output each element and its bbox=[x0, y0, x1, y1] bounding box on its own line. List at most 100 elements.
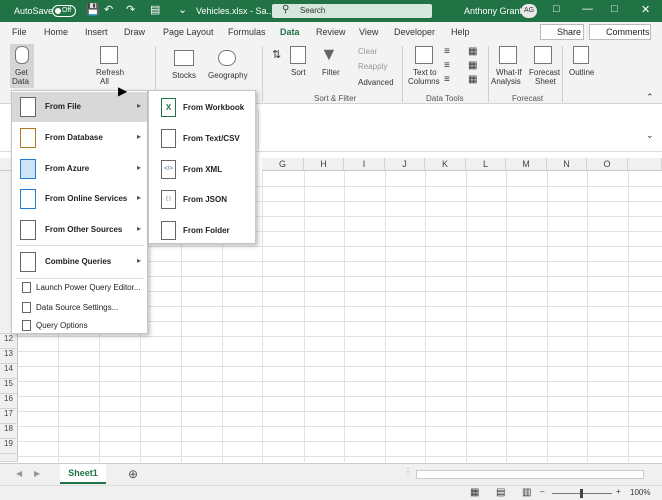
zoom-out-icon[interactable]: – bbox=[540, 487, 544, 496]
save-icon[interactable]: 💾 bbox=[86, 3, 100, 16]
menu-item-from-workbook[interactable]: X From Workbook bbox=[149, 92, 255, 123]
column-header[interactable]: L bbox=[466, 158, 506, 171]
azure-icon bbox=[20, 159, 36, 179]
power-query-icon bbox=[22, 282, 31, 293]
relationships-icon[interactable]: ▦ bbox=[468, 60, 477, 71]
flash-fill-icon[interactable]: ≡ bbox=[444, 46, 450, 57]
collapse-ribbon-icon[interactable]: ⌃ bbox=[646, 92, 654, 103]
quick-access-icon[interactable]: ▤ bbox=[150, 3, 160, 16]
ribbon-display-icon[interactable]: □ bbox=[553, 3, 560, 15]
add-sheet-icon[interactable]: ⊕ bbox=[128, 467, 138, 481]
close-icon[interactable]: ✕ bbox=[641, 3, 650, 16]
stocks-label[interactable]: Stocks bbox=[172, 71, 196, 80]
menu-item-from-other-sources[interactable]: From Other Sources ▸ bbox=[12, 215, 147, 245]
sheet-tab[interactable]: Sheet1 bbox=[60, 464, 106, 484]
menu-item-from-database[interactable]: From Database ▸ bbox=[12, 123, 147, 153]
outline-label[interactable]: Outline bbox=[569, 68, 594, 77]
data-model-icon[interactable]: ▦ bbox=[468, 74, 477, 85]
forecast-sheet-label-2[interactable]: Sheet bbox=[535, 77, 556, 86]
menu-item-from-text-csv[interactable]: From Text/CSV bbox=[149, 123, 255, 154]
menu-item-launch-power-query[interactable]: Launch Power Query Editor... bbox=[12, 278, 147, 297]
tab-page-layout[interactable]: Page Layout bbox=[163, 27, 214, 37]
column-header[interactable]: G bbox=[262, 158, 304, 171]
sort-label[interactable]: Sort bbox=[291, 68, 306, 77]
search-box[interactable]: ⚲ Search bbox=[272, 4, 432, 18]
customize-qat-icon[interactable]: ⌄ bbox=[178, 3, 187, 16]
menu-item-from-folder[interactable]: From Folder bbox=[149, 215, 255, 246]
text-file-icon bbox=[161, 129, 176, 148]
remove-duplicates-icon[interactable]: ≡ bbox=[444, 60, 450, 71]
tab-developer[interactable]: Developer bbox=[394, 27, 435, 37]
horizontal-scrollbar[interactable] bbox=[416, 470, 644, 479]
comments-button[interactable]: Comments bbox=[589, 24, 651, 40]
refresh-all-label[interactable]: Refresh bbox=[96, 68, 124, 77]
advanced-label[interactable]: Advanced bbox=[358, 78, 394, 87]
row-header[interactable]: 13 bbox=[0, 349, 18, 364]
autosave-toggle[interactable]: Off bbox=[52, 5, 76, 17]
row-header[interactable]: 19 bbox=[0, 439, 18, 454]
menu-item-from-xml[interactable]: </> From XML bbox=[149, 154, 255, 185]
column-header[interactable]: K bbox=[425, 158, 466, 171]
text-to-columns-label[interactable]: Text to bbox=[413, 68, 437, 77]
tab-data[interactable]: Data bbox=[280, 27, 300, 37]
geography-label[interactable]: Geography bbox=[208, 71, 248, 80]
divider bbox=[402, 46, 403, 102]
reapply-label[interactable]: Reapply bbox=[358, 62, 387, 71]
text-to-columns-label-2[interactable]: Columns bbox=[408, 77, 440, 86]
row-header[interactable]: 14 bbox=[0, 364, 18, 379]
page-break-view-icon[interactable]: ▥ bbox=[522, 487, 531, 498]
page-layout-view-icon[interactable]: ▤ bbox=[496, 487, 505, 498]
column-header[interactable]: H bbox=[304, 158, 344, 171]
row-header[interactable]: 18 bbox=[0, 424, 18, 439]
tab-review[interactable]: Review bbox=[316, 27, 346, 37]
tab-home[interactable]: Home bbox=[44, 27, 68, 37]
tab-formulas[interactable]: Formulas bbox=[228, 27, 266, 37]
what-if-label[interactable]: What-If bbox=[496, 68, 522, 77]
column-header[interactable]: I bbox=[344, 158, 385, 171]
row-header[interactable]: 16 bbox=[0, 394, 18, 409]
clear-label[interactable]: Clear bbox=[358, 47, 377, 56]
menu-item-from-json[interactable]: { } From JSON bbox=[149, 184, 255, 215]
column-header[interactable] bbox=[628, 158, 662, 171]
normal-view-icon[interactable]: ▦ bbox=[470, 487, 479, 498]
avatar[interactable]: AG bbox=[521, 4, 537, 18]
formula-input[interactable] bbox=[258, 110, 662, 150]
menu-item-query-options[interactable]: Query Options bbox=[12, 316, 147, 335]
zoom-level[interactable]: 100% bbox=[630, 488, 650, 497]
data-validation-icon[interactable]: ≡ bbox=[444, 74, 450, 85]
column-header[interactable]: N bbox=[547, 158, 587, 171]
row-header[interactable]: 15 bbox=[0, 379, 18, 394]
column-header[interactable]: M bbox=[506, 158, 547, 171]
expand-formula-icon[interactable]: ⌄ bbox=[646, 130, 654, 141]
refresh-all-label-2[interactable]: All bbox=[100, 77, 109, 86]
zoom-slider-thumb[interactable] bbox=[580, 489, 583, 498]
tab-file[interactable]: File bbox=[12, 27, 27, 37]
menu-item-from-online-services[interactable]: From Online Services ▸ bbox=[12, 184, 147, 214]
column-header[interactable]: O bbox=[587, 158, 628, 171]
minimize-icon[interactable]: — bbox=[582, 3, 593, 15]
forecast-sheet-label[interactable]: Forecast bbox=[529, 68, 560, 77]
zoom-in-icon[interactable]: + bbox=[616, 487, 621, 496]
tab-help[interactable]: Help bbox=[451, 27, 470, 37]
column-header[interactable]: J bbox=[385, 158, 425, 171]
share-button[interactable]: Share bbox=[540, 24, 584, 40]
tab-split-icon[interactable]: ⋮ bbox=[404, 467, 412, 476]
tab-draw[interactable]: Draw bbox=[124, 27, 145, 37]
next-sheet-icon[interactable]: ▶ bbox=[34, 469, 40, 478]
menu-item-combine-queries[interactable]: Combine Queries ▸ bbox=[12, 247, 147, 277]
undo-icon[interactable]: ↶ bbox=[104, 3, 113, 16]
maximize-icon[interactable]: □ bbox=[611, 3, 618, 15]
sort-az-icon[interactable]: ⇅ bbox=[272, 48, 281, 61]
row-header[interactable] bbox=[0, 454, 18, 462]
menu-item-data-source-settings[interactable]: Data Source Settings... bbox=[12, 298, 147, 317]
row-header[interactable]: 12 bbox=[0, 334, 18, 349]
consolidate-icon[interactable]: ▦ bbox=[468, 46, 477, 57]
filter-label[interactable]: Filter bbox=[322, 68, 340, 77]
redo-icon[interactable]: ↷ bbox=[126, 3, 135, 16]
prev-sheet-icon[interactable]: ◀ bbox=[16, 469, 22, 478]
tab-view[interactable]: View bbox=[359, 27, 378, 37]
row-header[interactable]: 17 bbox=[0, 409, 18, 424]
menu-item-from-azure[interactable]: From Azure ▸ bbox=[12, 154, 147, 184]
tab-insert[interactable]: Insert bbox=[85, 27, 108, 37]
what-if-label-2[interactable]: Analysis bbox=[491, 77, 521, 86]
